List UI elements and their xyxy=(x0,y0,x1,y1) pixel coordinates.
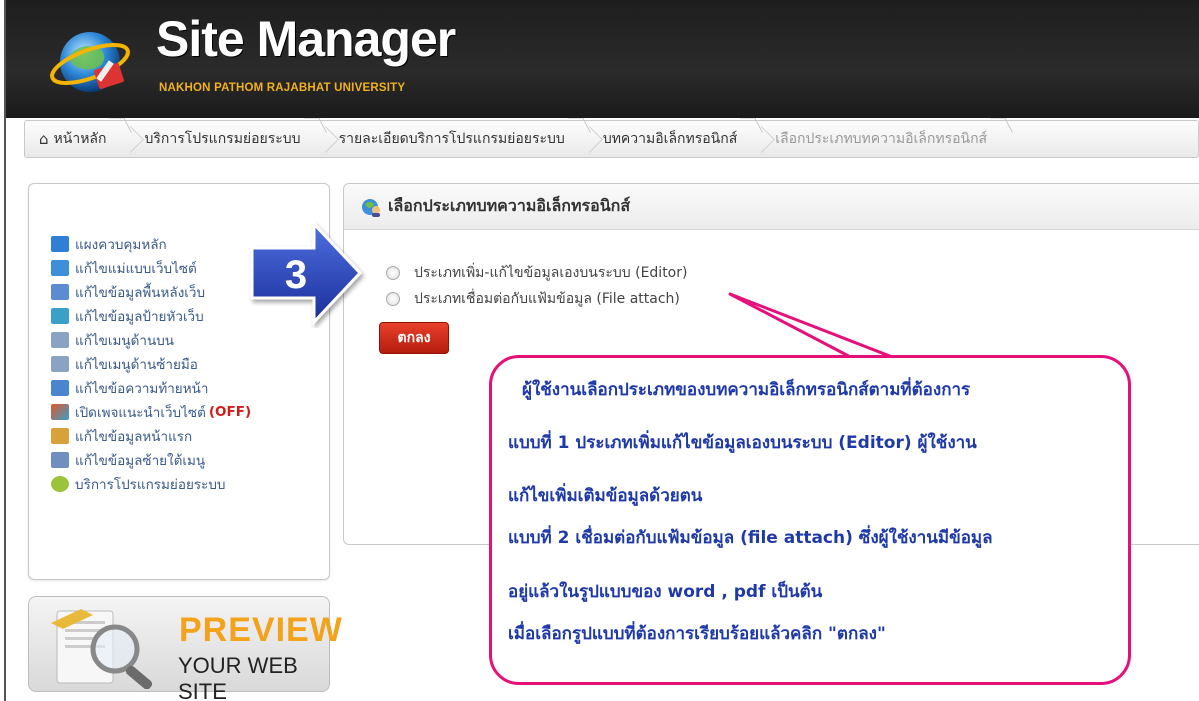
sidebar-item-footer[interactable]: แก้ไขข้อความท้ายหน้า xyxy=(51,376,251,400)
sidebar-item-subprogram[interactable]: บริการโปรแกรมย่อยระบบ xyxy=(51,472,251,496)
sidebar-item-label: แก้ไขข้อความท้ายหน้า xyxy=(75,381,209,397)
status-badge: (OFF) xyxy=(208,404,252,420)
sidebar-item-dashboard[interactable]: แผงควบคุมหลัก xyxy=(51,232,251,256)
background-icon xyxy=(51,284,69,300)
sidebar-item-banner[interactable]: แก้ไขข้อมูลป้ายหัวเว็บ xyxy=(51,304,251,328)
left-menu-icon xyxy=(51,356,69,372)
sidebar-item-label: แก้ไขเมนูด้านบน xyxy=(75,333,175,349)
site-header: Site Manager NAKHON PATHOM RAJABHAT UNIV… xyxy=(6,0,1199,118)
callout-line: แบบที่ 2 เชื่อมต่อกับแฟ้มข้อมูล (file at… xyxy=(508,528,993,548)
template-icon xyxy=(51,260,69,276)
option-label: ประเภทเพิ่ม-แก้ไขข้อมูลเองบนระบบ (Editor… xyxy=(414,265,688,281)
breadcrumb-label: บทความอิเล็กทรอนิกส์ xyxy=(602,131,738,147)
sidebar-item-left-menu[interactable]: แก้ไขเมนูด้านซ้ายมือ xyxy=(51,352,251,376)
breadcrumb-e-article[interactable]: บทความอิเล็กทรอนิกส์ xyxy=(597,121,759,157)
panel-title: เลือกประเภทบทความอิเล็กทรอนิกส์ xyxy=(388,196,631,215)
sidebar-item-template[interactable]: แก้ไขแม่แบบเว็บไซต์ xyxy=(51,256,251,280)
callout-line: แบบที่ 1 ประเภทเพิ่มแก้ไขข้อมูลเองบนระบบ… xyxy=(508,433,977,453)
sidebar-item-home-page[interactable]: แก้ไขข้อมูลหน้าแรก xyxy=(51,424,251,448)
callout-line: อยู่แล้วในรูปแบบของ word , pdf เป็นต้น xyxy=(508,582,823,602)
sidebar-item-label: แก้ไขข้อมูลซ้ายใต้เมนู xyxy=(75,453,206,469)
top-menu-icon xyxy=(51,332,69,348)
footer-icon xyxy=(51,380,69,396)
sidebar-item-label: แก้ไขข้อมูลพื้นหลังเว็บ xyxy=(75,285,206,301)
step-arrow-icon: 3 xyxy=(250,220,363,326)
breadcrumb-label: บริการโปรแกรมย่อยระบบ xyxy=(144,131,301,147)
preview-subtitle: YOUR WEB SITE xyxy=(178,653,298,701)
callout-line: เมื่อเลือกรูปแบบที่ต้องการเรียบร้อยแล้วค… xyxy=(508,624,886,644)
globe-person-icon xyxy=(362,198,380,217)
dashboard-icon xyxy=(51,236,69,252)
option-file-attach[interactable]: ประเภทเชื่อมต่อกับแฟ้มข้อมูล (File attac… xyxy=(386,288,680,310)
preview-website-button[interactable]: PREVIEW YOUR WEB SITE xyxy=(28,596,342,701)
preview-title: PREVIEW xyxy=(179,611,343,649)
banner-icon xyxy=(51,308,69,324)
sidebar-item-label: แก้ไขข้อมูลป้ายหัวเว็บ xyxy=(75,309,204,325)
subprogram-icon xyxy=(51,476,69,492)
radio-file-attach[interactable] xyxy=(386,292,400,306)
breadcrumb-current: เลือกประเภทบทความอิเล็กทรอนิกส์ xyxy=(769,121,1009,157)
breadcrumb-subprogram-detail[interactable]: รายละเอียดบริการโปรแกรมย่อยระบบ xyxy=(333,121,587,157)
sidebar-item-label: แผงควบคุมหลัก xyxy=(75,237,167,253)
chevron-right-icon xyxy=(315,121,329,157)
sidebar-item-left-under-menu[interactable]: แก้ไขข้อมูลซ้ายใต้เมนู xyxy=(51,448,251,472)
intro-page-icon xyxy=(51,404,69,420)
callout-line: ผู้ใช้งานเลือกประเภทของบทความอิเล็กทรอนิ… xyxy=(522,380,971,400)
option-editor[interactable]: ประเภทเพิ่ม-แก้ไขข้อมูลเองบนระบบ (Editor… xyxy=(386,262,687,284)
sidebar-item-intro-page[interactable]: เปิดเพจแนะนำเว็บไซต์ (OFF) xyxy=(51,400,251,424)
breadcrumb-subprogram[interactable]: บริการโปรแกรมย่อยระบบ xyxy=(138,121,322,157)
home-page-icon xyxy=(51,428,69,444)
panel-header: เลือกประเภทบทความอิเล็กทรอนิกส์ xyxy=(344,184,1199,230)
sidebar-item-label: แก้ไขเมนูด้านซ้ายมือ xyxy=(75,357,198,373)
home-icon: ⌂ xyxy=(39,130,49,148)
instruction-callout: ผู้ใช้งานเลือกประเภทของบทความอิเล็กทรอนิ… xyxy=(489,355,1131,685)
chevron-right-icon xyxy=(751,121,765,157)
breadcrumb-label: รายละเอียดบริการโปรแกรมย่อยระบบ xyxy=(338,131,565,147)
sidebar-item-label: เปิดเพจแนะนำเว็บไซต์ xyxy=(75,405,206,421)
breadcrumb-home[interactable]: ⌂ หน้าหลัก xyxy=(25,121,128,157)
magnifier-document-icon xyxy=(51,609,153,689)
sidebar-list: แผงควบคุมหลัก แก้ไขแม่แบบเว็บไซต์ แก้ไขข… xyxy=(51,232,251,496)
sidebar-item-label: แก้ไขแม่แบบเว็บไซต์ xyxy=(75,261,197,277)
step-number: 3 xyxy=(285,253,307,297)
radio-editor[interactable] xyxy=(386,266,400,280)
breadcrumb-label: เลือกประเภทบทความอิเล็กทรอนิกส์ xyxy=(775,131,988,147)
sidebar-item-label: แก้ไขข้อมูลหน้าแรก xyxy=(75,429,193,445)
sidebar-item-background[interactable]: แก้ไขข้อมูลพื้นหลังเว็บ xyxy=(51,280,251,304)
globe-logo-icon xyxy=(50,32,130,92)
site-title: Site Manager xyxy=(156,11,456,67)
breadcrumb: ⌂ หน้าหลัก บริการโปรแกรมย่อยระบบ รายละเอ… xyxy=(24,120,1199,158)
left-under-menu-icon xyxy=(51,452,69,468)
breadcrumb-label: หน้าหลัก xyxy=(53,131,107,147)
chevron-right-icon xyxy=(120,121,134,157)
chevron-right-icon xyxy=(579,121,593,157)
option-label: ประเภทเชื่อมต่อกับแฟ้มข้อมูล (File attac… xyxy=(414,291,680,307)
callout-line: แก้ไขเพิ่มเติมข้อมูลด้วยตน xyxy=(508,486,703,506)
sidebar-item-top-menu[interactable]: แก้ไขเมนูด้านบน xyxy=(51,328,251,352)
site-subtitle: NAKHON PATHOM RAJABHAT UNIVERSITY xyxy=(159,82,406,94)
sidebar-item-label: บริการโปรแกรมย่อยระบบ xyxy=(75,477,226,493)
submit-button[interactable]: ตกลง xyxy=(379,322,449,354)
